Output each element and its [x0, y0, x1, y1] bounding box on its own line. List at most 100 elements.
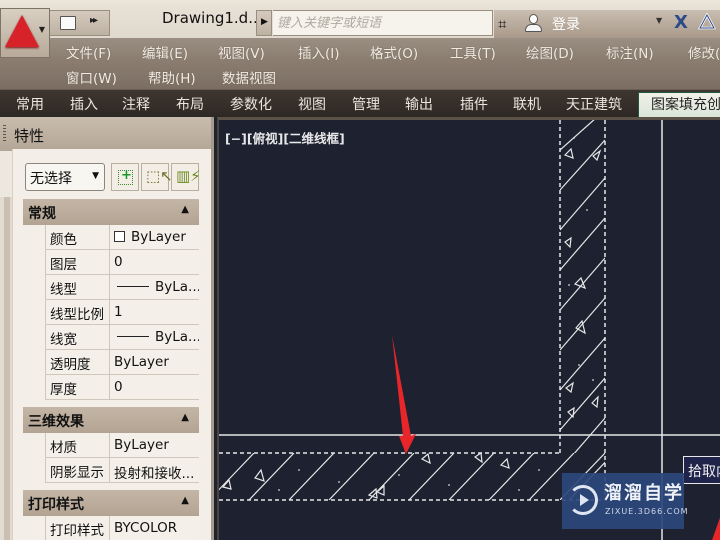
property-key: 颜色: [45, 225, 110, 250]
property-value[interactable]: 1: [111, 300, 199, 325]
menu-edit[interactable]: 编辑(E): [142, 42, 188, 62]
tooltip-text: 拾取内: [688, 464, 720, 480]
new-document-icon[interactable]: [60, 16, 76, 30]
property-row-lineweight[interactable]: 线宽 ByLa...: [45, 325, 199, 350]
collapse-up-icon[interactable]: ▲: [181, 204, 189, 215]
triangle-right-icon: ▶: [261, 17, 268, 27]
property-row-transparency[interactable]: 透明度 ByLayer: [45, 350, 199, 375]
play-icon: [580, 494, 589, 506]
properties-title: 特性: [14, 127, 45, 145]
section-title: 三维效果: [28, 414, 84, 430]
property-key: 图层: [45, 250, 110, 275]
menu-format[interactable]: 格式(O): [370, 42, 418, 62]
select-cursor-icon: ⬚↖: [146, 167, 173, 185]
property-key: 阴影显示: [45, 458, 110, 483]
tab-hatch-creation[interactable]: 图案填充创: [638, 92, 720, 118]
tab-output[interactable]: 输出: [405, 94, 433, 114]
section-title: 打印样式: [28, 497, 84, 513]
tab-plugins[interactable]: 插件: [460, 94, 488, 114]
watermark: 溜溜自学 ZIXUE.3D66.COM: [562, 473, 688, 529]
section-general[interactable]: 常规 ▲: [23, 199, 199, 225]
binoculars-icon[interactable]: ⌗: [498, 15, 506, 33]
quick-access-toolbar: ▸▸: [50, 10, 110, 36]
property-value[interactable]: 投射和接收...: [111, 458, 199, 483]
search-expand-button[interactable]: ▶: [256, 10, 272, 36]
property-row-material[interactable]: 材质 ByLayer: [45, 433, 199, 458]
tab-insert[interactable]: 插入: [70, 94, 98, 114]
selection-dropdown[interactable]: 无选择 ▼: [25, 163, 105, 191]
property-value[interactable]: 0: [111, 375, 199, 400]
autocad-logo-icon: [5, 15, 39, 47]
menu-modify[interactable]: 修改(: [688, 42, 720, 62]
chevron-down-icon[interactable]: ▼: [656, 16, 662, 25]
drag-grip-icon[interactable]: [3, 125, 6, 141]
properties-header[interactable]: 特性: [0, 117, 211, 151]
properties-content: 无选择 ▼ + ⬚↖ ▥⚡ 常规 ▲ 颜色 ByLayer 图层 0 线型 By…: [12, 149, 211, 540]
menu-dimension[interactable]: 标注(N): [606, 42, 654, 62]
menu-file[interactable]: 文件(F): [66, 42, 111, 62]
collapse-up-icon[interactable]: ▲: [181, 495, 189, 506]
menu-view[interactable]: 视图(V): [218, 42, 265, 62]
property-value[interactable]: ByLayer: [111, 433, 199, 458]
login-button[interactable]: 登录: [552, 14, 580, 34]
property-value[interactable]: 0: [111, 250, 199, 275]
menu-insert[interactable]: 插入(I): [298, 42, 340, 62]
user-icon[interactable]: [524, 13, 542, 33]
selection-value: 无选择: [30, 171, 72, 187]
exchange-x-icon[interactable]: X: [674, 12, 688, 33]
tab-tangent-architecture[interactable]: 天正建筑: [566, 94, 622, 114]
section-plot-style[interactable]: 打印样式 ▲: [23, 490, 199, 516]
menu-window[interactable]: 窗口(W): [66, 67, 117, 87]
tab-home[interactable]: 常用: [16, 94, 44, 114]
cursor-tooltip: 拾取内: [683, 456, 720, 484]
property-row-color[interactable]: 颜色 ByLayer: [45, 225, 199, 250]
property-row-thickness[interactable]: 厚度 0: [45, 375, 199, 400]
select-objects-button[interactable]: ⬚↖: [141, 163, 173, 191]
tab-layout[interactable]: 布局: [176, 94, 204, 114]
property-value[interactable]: ByLa...: [111, 275, 199, 300]
chevron-down-icon: ▼: [38, 25, 45, 34]
property-key: 线型比例: [45, 300, 110, 325]
tab-view[interactable]: 视图: [298, 94, 326, 114]
menu-data-view[interactable]: 数据视图: [222, 67, 276, 87]
menu-draw[interactable]: 绘图(D): [526, 42, 574, 62]
red-annotation-arrow-corner: [712, 517, 720, 540]
property-value[interactable]: ByLayer: [111, 350, 199, 375]
title-bar: ▸▸ Drawing1.d... ▶ ⌗ 登录 ▼ X: [0, 0, 720, 42]
more-icon[interactable]: ▸▸: [90, 15, 98, 26]
property-row-linetype-scale[interactable]: 线型比例 1: [45, 300, 199, 325]
quick-select-button[interactable]: ▥⚡: [171, 163, 201, 191]
tab-online[interactable]: 联机: [513, 94, 541, 114]
search-input[interactable]: [273, 10, 493, 36]
collapse-up-icon[interactable]: ▲: [181, 412, 189, 423]
hatch-vertical-wall: [560, 120, 605, 453]
property-value[interactable]: ByLa...: [111, 325, 199, 350]
toggle-pickadd-button[interactable]: +: [111, 163, 139, 191]
menu-bar: 文件(F) 编辑(E) 视图(V) 插入(I) 格式(O) 工具(T) 绘图(D…: [0, 38, 720, 90]
property-row-linetype[interactable]: 线型 ByLa...: [45, 275, 199, 300]
property-row-plot-style[interactable]: 打印样式 BYCOLOR: [45, 516, 199, 540]
application-menu-button[interactable]: ▼: [0, 8, 50, 58]
tab-parametric[interactable]: 参数化: [230, 94, 272, 114]
palette-side-bar[interactable]: [0, 197, 12, 540]
tab-manage[interactable]: 管理: [352, 94, 380, 114]
property-row-shadow-display[interactable]: 阴影显示 投射和接收...: [45, 458, 199, 483]
property-value[interactable]: ByLayer: [111, 225, 199, 250]
viewport-controls-label[interactable]: [−][俯视][二维线框]: [225, 128, 345, 147]
tab-annotate[interactable]: 注释: [122, 94, 150, 114]
color-swatch-icon: [114, 231, 125, 242]
line-sample-icon: [117, 286, 149, 287]
concrete-dots: [278, 137, 594, 491]
property-key: 线宽: [45, 325, 110, 350]
menu-tools[interactable]: 工具(T): [450, 42, 496, 62]
property-value[interactable]: BYCOLOR: [111, 516, 199, 540]
network-icon[interactable]: [698, 13, 716, 31]
property-key: 打印样式: [45, 516, 110, 540]
red-annotation-arrow: [392, 335, 416, 454]
section-3d-effects[interactable]: 三维效果 ▲: [23, 407, 199, 433]
property-key: 透明度: [45, 350, 110, 375]
property-row-layer[interactable]: 图层 0: [45, 250, 199, 275]
section-title: 常规: [28, 206, 56, 222]
menu-help[interactable]: 帮助(H): [148, 67, 196, 87]
drawing-canvas[interactable]: [−][俯视][二维线框] 拾取内 溜溜自学 ZIXUE.3D66.COM: [217, 117, 720, 540]
